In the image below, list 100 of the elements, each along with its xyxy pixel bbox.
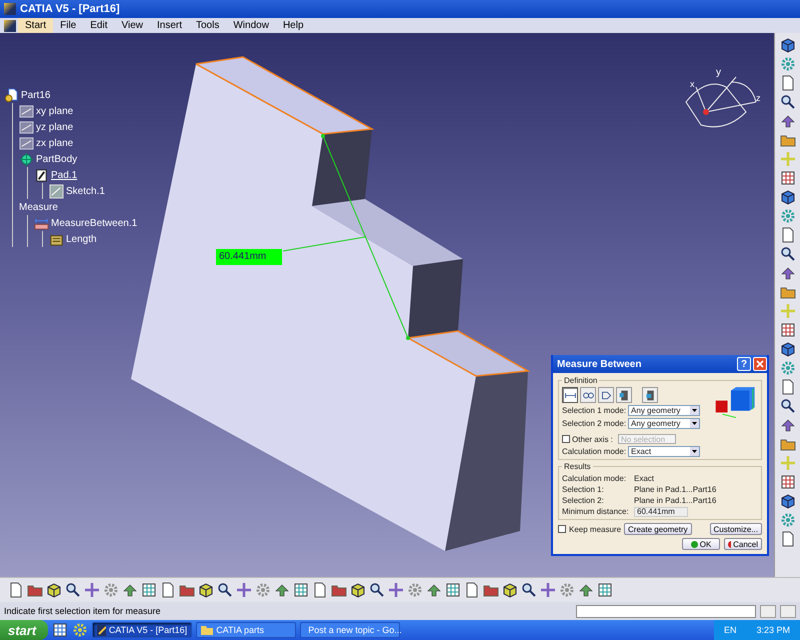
menu-item[interactable]: Start (18, 18, 54, 33)
arrow-icon[interactable] (274, 582, 290, 598)
checkbox[interactable] (558, 525, 566, 533)
mode-button[interactable] (616, 387, 632, 403)
app-icon[interactable] (4, 20, 16, 32)
tree-item[interactable]: zx plane (36, 138, 74, 148)
cross-icon[interactable] (236, 582, 252, 598)
page-icon[interactable] (780, 227, 796, 243)
arrow-icon[interactable] (122, 582, 138, 598)
mode-button[interactable] (598, 387, 614, 403)
menu-item[interactable]: Insert (150, 18, 189, 33)
page-icon[interactable] (464, 582, 480, 598)
help-button[interactable]: ? (737, 357, 751, 371)
page-icon[interactable] (8, 582, 24, 598)
close-button[interactable] (753, 357, 767, 371)
grid-icon[interactable] (780, 322, 796, 338)
page-icon[interactable] (780, 75, 796, 91)
mode-dropdown[interactable]: Any geometry (628, 405, 700, 416)
result-label: Minimum distance: (562, 506, 630, 517)
cancel-button[interactable]: Cancel (724, 538, 762, 550)
page-icon[interactable] (160, 582, 176, 598)
menu-item[interactable]: Tools (189, 18, 226, 33)
menu-item[interactable]: View (114, 18, 150, 33)
cube-icon[interactable] (780, 493, 796, 509)
cube-icon[interactable] (198, 582, 214, 598)
grid-icon[interactable] (780, 170, 796, 186)
result-label: Selection 1: (562, 484, 605, 495)
menu-item[interactable]: Help (276, 18, 311, 33)
magnifier-icon[interactable] (521, 582, 537, 598)
grid-icon[interactable] (141, 582, 157, 598)
arrow-icon[interactable] (780, 113, 796, 129)
cross-icon[interactable] (84, 582, 100, 598)
taskbar-button[interactable]: CATIA parts (196, 622, 296, 638)
mode-button[interactable] (642, 387, 658, 403)
mode-button[interactable] (562, 387, 578, 403)
3d-viewport[interactable] (0, 33, 774, 577)
arrow-icon[interactable] (578, 582, 594, 598)
customize-button[interactable]: Customize... (710, 523, 762, 535)
tree-item[interactable]: Part16 (21, 90, 50, 100)
command-field[interactable] (576, 604, 756, 618)
tree-item[interactable]: Pad.1 (51, 170, 78, 180)
block-icon (644, 388, 656, 402)
page-icon[interactable] (780, 379, 796, 395)
magnifier-icon[interactable] (369, 582, 385, 598)
tree-item[interactable]: MeasureBetween.1 (51, 218, 138, 228)
page-icon[interactable] (312, 582, 328, 598)
status-prompt: Indicate first selection item for measure (4, 606, 162, 616)
plane-icon (19, 136, 34, 150)
taskbar-button[interactable]: Post a new topic - Go... (300, 622, 400, 638)
mode-dropdown[interactable]: Any geometry (628, 418, 700, 429)
plane-icon (19, 120, 34, 134)
clock: 3:23 PM (756, 625, 790, 635)
block-icon (618, 388, 630, 402)
field-label: Selection 1 mode: (562, 406, 626, 415)
window-title: CATIA V5 - [Part16] (20, 3, 120, 15)
grid-icon[interactable] (293, 582, 309, 598)
ok-button[interactable]: OK (682, 538, 720, 550)
cross-icon[interactable] (540, 582, 556, 598)
tree-item[interactable]: Measure (19, 202, 58, 212)
magnifier-icon[interactable] (217, 582, 233, 598)
start-button[interactable]: start (0, 620, 48, 640)
cube-icon[interactable] (502, 582, 518, 598)
menu-item[interactable]: Window (226, 18, 276, 33)
menu-item[interactable]: File (53, 18, 84, 33)
result-label: Calculation mode: (562, 473, 628, 484)
cube-icon[interactable] (350, 582, 366, 598)
tree-item[interactable]: Length (66, 234, 97, 244)
mode-dropdown[interactable]: Exact (628, 446, 700, 457)
page-icon[interactable] (780, 531, 796, 547)
mode-button[interactable] (580, 387, 596, 403)
magnifier-icon[interactable] (780, 94, 796, 110)
magnifier-icon[interactable] (780, 398, 796, 414)
arrow-icon[interactable] (426, 582, 442, 598)
tree-item[interactable]: PartBody (36, 154, 78, 164)
cross-icon[interactable] (388, 582, 404, 598)
cube-icon[interactable] (46, 582, 62, 598)
grid-icon[interactable] (445, 582, 461, 598)
cube-icon[interactable] (780, 189, 796, 205)
distance-field: 60.441mm (634, 506, 688, 516)
grid-icon[interactable] (597, 582, 613, 598)
tree-item[interactable]: Sketch.1 (66, 186, 105, 196)
grid-icon[interactable] (52, 622, 68, 638)
magnifier-icon[interactable] (780, 246, 796, 262)
body-icon (19, 152, 34, 166)
gear-page-icon (4, 88, 19, 102)
cube-icon[interactable] (780, 341, 796, 357)
checkbox[interactable] (562, 435, 570, 443)
gear-icon[interactable] (72, 622, 88, 638)
cube-icon[interactable] (780, 37, 796, 53)
grid-icon[interactable] (780, 474, 796, 490)
taskbar-button[interactable]: CATIA V5 - [Part16] (92, 622, 192, 638)
compass-drawing (686, 76, 756, 128)
magnifier-icon[interactable] (65, 582, 81, 598)
create-geometry-button[interactable]: Create geometry (624, 523, 692, 535)
arrow-icon[interactable] (780, 417, 796, 433)
menu-item[interactable]: Edit (83, 18, 114, 33)
arrow-icon[interactable] (780, 265, 796, 281)
result-value: Plane in Pad.1...Part16 (634, 495, 716, 506)
tree-item[interactable]: xy plane (36, 106, 74, 116)
tree-item[interactable]: yz plane (36, 122, 74, 132)
